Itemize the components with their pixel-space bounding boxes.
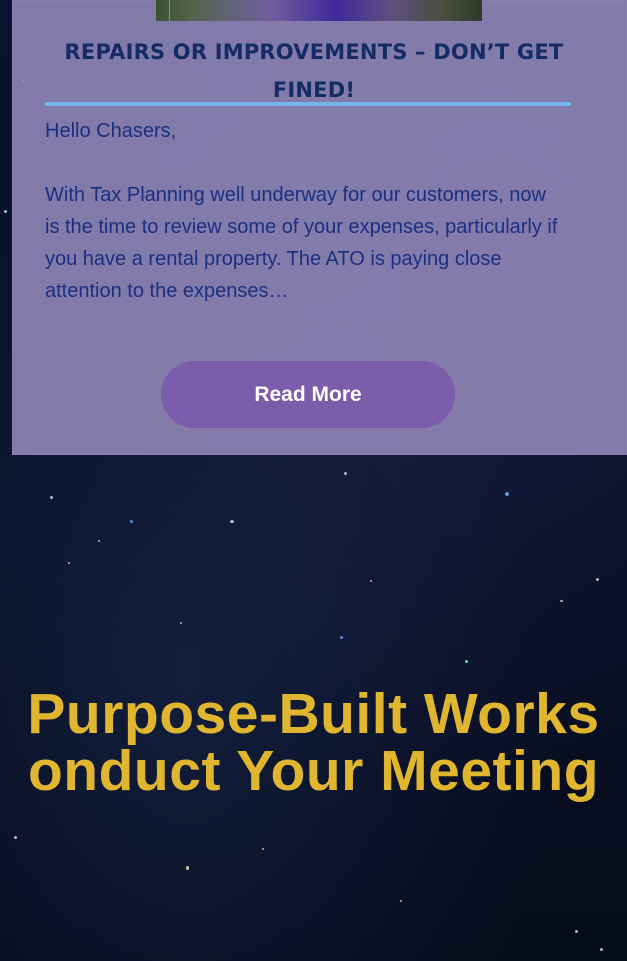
star [505,492,509,496]
post-excerpt: Hello Chasers, With Tax Planning well un… [45,115,565,307]
star [465,660,468,663]
star [370,580,372,582]
star [400,900,402,902]
star [50,496,53,499]
promo-heading-line-1: Purpose-Built Works [27,682,600,746]
star [98,540,100,542]
star [600,948,603,951]
star [230,520,234,523]
star [68,562,70,564]
read-more-button[interactable]: Read More [161,361,455,428]
post-excerpt-text: With Tax Planning well underway for our … [45,184,558,302]
star [596,578,599,581]
title-underline-divider [45,102,571,106]
thumbnail-frame-line [169,0,170,21]
promo-heading: Purpose-Built Works onduct Your Meeting [0,686,627,800]
star [575,930,578,933]
star [4,210,7,213]
star [14,836,17,839]
post-title[interactable]: REPAIRS OR IMPROVEMENTS – DON’T GET FINE… [34,33,594,109]
post-thumbnail-image [156,0,482,21]
star [180,622,182,624]
star [130,520,133,523]
star [344,472,347,475]
star [262,848,264,850]
star [186,866,189,870]
star [340,636,343,639]
promo-heading-line-2: onduct Your Meeting [27,739,600,803]
star [560,600,563,602]
post-greeting: Hello Chasers, [45,120,177,142]
